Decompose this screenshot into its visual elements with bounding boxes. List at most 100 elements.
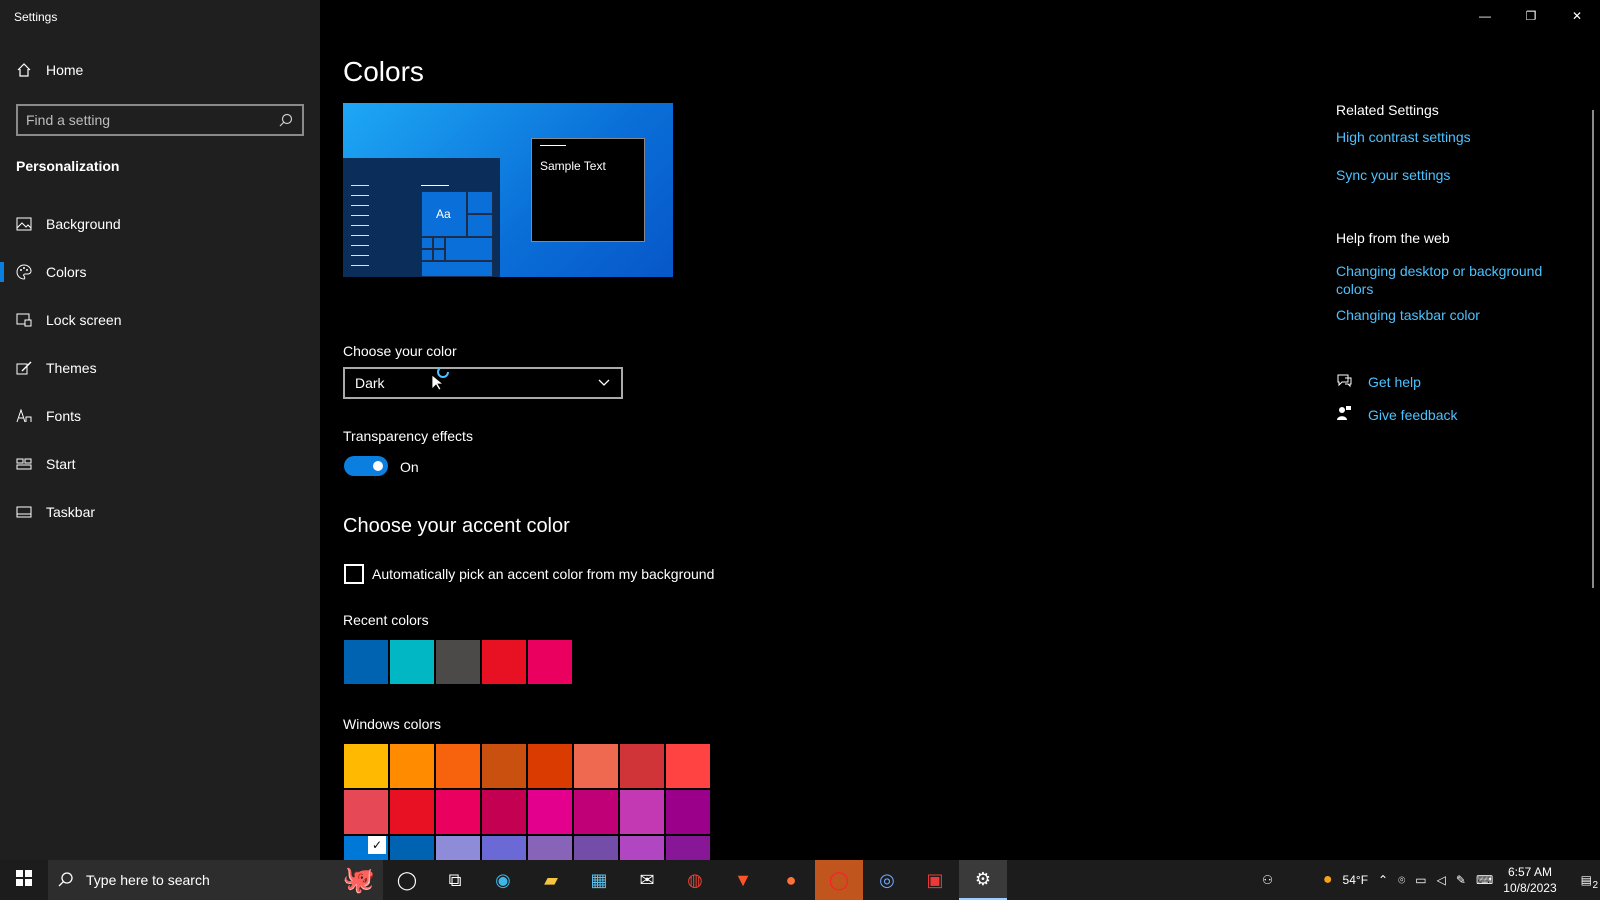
restore-button[interactable]: ❐ [1508, 0, 1554, 32]
transparency-state: On [400, 459, 419, 475]
sidebar-item-label: Colors [46, 264, 87, 280]
transparency-toggle[interactable] [344, 456, 388, 476]
store-button[interactable]: ▦ [575, 860, 623, 900]
windows-color-swatch[interactable] [390, 790, 434, 834]
get-help-row[interactable]: Get help [1336, 372, 1576, 391]
windows-color-swatch[interactable] [482, 744, 526, 788]
opera-button[interactable]: ◯ [815, 860, 863, 900]
home-nav-item[interactable]: Home [16, 62, 83, 78]
windows-color-swatch[interactable] [344, 790, 388, 834]
sidebar-item-start[interactable]: Start [0, 440, 320, 488]
sidebar-item-label: Themes [46, 360, 97, 376]
chrome-button[interactable]: ◍ [671, 860, 719, 900]
windows-color-swatch[interactable] [666, 836, 710, 860]
camera-icon[interactable]: ⌾ [1398, 873, 1405, 888]
clock-date: 10/8/2023 [1503, 881, 1557, 895]
windows-color-swatch[interactable] [344, 836, 388, 860]
recent-color-swatch[interactable] [390, 640, 434, 684]
brush-icon [16, 360, 32, 376]
home-icon [16, 62, 32, 78]
restore-icon: ❐ [1525, 9, 1537, 23]
edge-icon: ◉ [495, 869, 511, 890]
help-taskbar-color-link[interactable]: Changing taskbar color [1336, 306, 1576, 324]
minimize-button[interactable]: — [1462, 0, 1508, 32]
vivaldi-button[interactable]: ▣ [911, 860, 959, 900]
cortana-button[interactable]: ◯ [383, 860, 431, 900]
opera-icon: ◯ [828, 869, 850, 890]
edge-button[interactable]: ◉ [479, 860, 527, 900]
sidebar-item-label: Lock screen [46, 312, 122, 328]
choose-color-label: Choose your color [343, 343, 457, 359]
windows-color-swatch[interactable] [528, 790, 572, 834]
windows-color-swatch[interactable] [436, 744, 480, 788]
windows-color-swatch[interactable] [482, 790, 526, 834]
notification-count: 2 [1592, 880, 1598, 891]
recent-color-swatch[interactable] [436, 640, 480, 684]
temperature[interactable]: 54°F [1343, 873, 1368, 887]
help-web-heading: Help from the web [1336, 230, 1450, 246]
sidebar-item-lock-screen[interactable]: Lock screen [0, 296, 320, 344]
choose-color-dropdown[interactable]: Dark [343, 366, 623, 399]
task-view-button[interactable]: ⧉ [431, 860, 479, 900]
windows-color-swatch[interactable] [620, 836, 664, 860]
taskbar-search-placeholder: Type here to search [86, 872, 210, 888]
notification-icon[interactable]: ▤ 2 [1581, 873, 1598, 891]
chromium-icon: ◎ [879, 869, 895, 890]
sidebar-item-fonts[interactable]: Fonts [0, 392, 320, 440]
chevron-down-icon [597, 375, 611, 392]
recent-color-swatch[interactable] [482, 640, 526, 684]
windows-color-swatch[interactable] [390, 744, 434, 788]
sidebar-item-taskbar[interactable]: Taskbar [0, 488, 320, 536]
mail-button[interactable]: ✉ [623, 860, 671, 900]
search-icon[interactable] [278, 112, 294, 128]
font-icon [16, 408, 32, 424]
keyboard-icon[interactable]: ⌨ [1476, 873, 1493, 887]
help-desktop-colors-link[interactable]: Changing desktop or background colors [1336, 262, 1576, 298]
settings-search-input[interactable] [26, 112, 278, 128]
chevron-up-icon[interactable]: ⌃ [1378, 873, 1388, 887]
windows-color-swatch[interactable] [528, 836, 572, 860]
window-controls: — ❐ ✕ [1462, 0, 1600, 32]
sidebar-item-background[interactable]: Background [0, 200, 320, 248]
network-icon[interactable]: ▭ [1415, 873, 1426, 887]
windows-color-swatch[interactable] [436, 790, 480, 834]
task-view-icon: ⧉ [448, 869, 462, 890]
sync-settings-link[interactable]: Sync your settings [1336, 166, 1576, 184]
vivaldi-icon: ▣ [926, 869, 944, 890]
windows-color-swatch[interactable] [344, 744, 388, 788]
firefox-button[interactable]: ● [767, 860, 815, 900]
taskbar-search-box[interactable]: Type here to search 🐙 [48, 860, 383, 900]
windows-color-swatch[interactable] [666, 790, 710, 834]
windows-color-swatch[interactable] [574, 790, 618, 834]
chromium-button[interactable]: ◎ [863, 860, 911, 900]
windows-color-swatch[interactable] [574, 744, 618, 788]
close-button[interactable]: ✕ [1554, 0, 1600, 32]
windows-logo-icon [16, 869, 32, 891]
high-contrast-link[interactable]: High contrast settings [1336, 128, 1576, 146]
start-button[interactable] [0, 860, 48, 900]
volume-muted-icon[interactable]: ◁ [1437, 873, 1446, 887]
recent-color-swatch[interactable] [344, 640, 388, 684]
windows-color-swatch[interactable] [528, 744, 572, 788]
file-explorer-button[interactable]: ▰ [527, 860, 575, 900]
weather-sun-icon[interactable]: ● [1323, 871, 1333, 889]
brave-button[interactable]: ▼ [719, 860, 767, 900]
sidebar-item-themes[interactable]: Themes [0, 344, 320, 392]
auto-accent-checkbox[interactable] [344, 564, 364, 584]
windows-color-swatch[interactable] [620, 744, 664, 788]
settings-taskbar-button[interactable]: ⚙ [959, 860, 1007, 900]
windows-color-swatch[interactable] [390, 836, 434, 860]
windows-color-swatch[interactable] [574, 836, 618, 860]
give-feedback-row[interactable]: Give feedback [1336, 405, 1576, 424]
windows-color-swatch[interactable] [666, 744, 710, 788]
windows-color-swatch[interactable] [482, 836, 526, 860]
sidebar-item-colors[interactable]: Colors [0, 248, 320, 296]
windows-color-swatch[interactable] [436, 836, 480, 860]
recent-color-swatch[interactable] [528, 640, 572, 684]
people-icon[interactable]: ⚇ [1262, 873, 1273, 887]
settings-search-box[interactable] [16, 104, 304, 136]
scrollbar[interactable] [1592, 110, 1594, 588]
clock[interactable]: 6:57 AM 10/8/2023 [1503, 864, 1556, 896]
windows-color-swatch[interactable] [620, 790, 664, 834]
pen-icon[interactable]: ✎ [1456, 873, 1466, 887]
